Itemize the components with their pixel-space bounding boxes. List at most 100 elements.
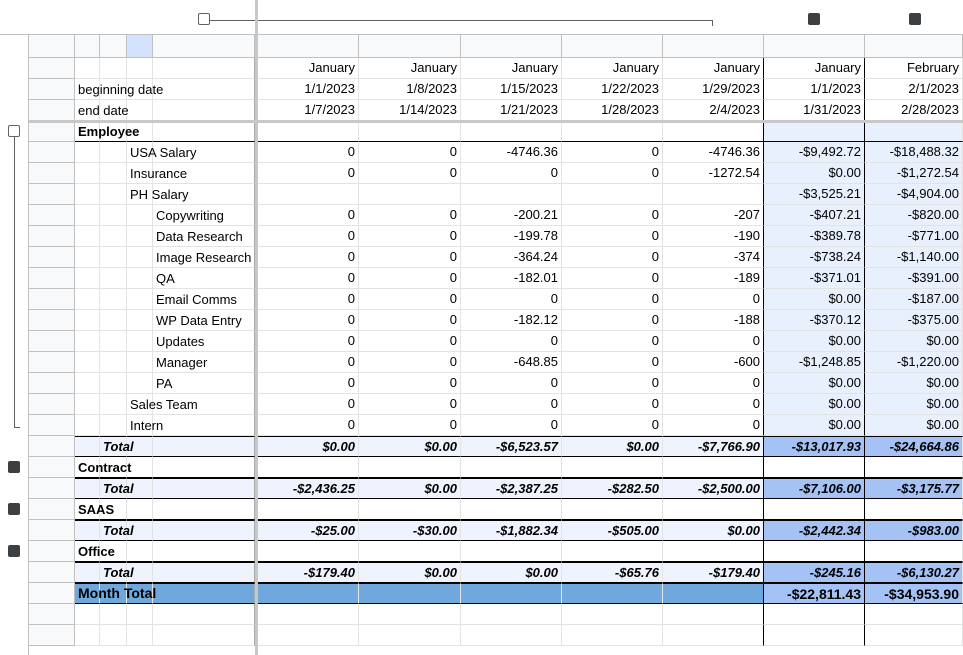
cell-d6[interactable]	[153, 163, 255, 184]
cell-a50[interactable]	[75, 625, 100, 646]
cell-o1[interactable]: February	[865, 58, 963, 79]
cell-o11[interactable]: -$391.00	[865, 268, 963, 289]
cell-h16[interactable]: 0	[562, 373, 663, 394]
cell-d28[interactable]	[153, 478, 255, 499]
cell-i17[interactable]: 0	[663, 394, 764, 415]
row-header-28[interactable]	[29, 478, 75, 499]
cell-i10[interactable]: -374	[663, 247, 764, 268]
row-header-17[interactable]	[29, 394, 75, 415]
collapse-columns-e-i-button[interactable]	[198, 13, 210, 25]
cell-j49[interactable]	[764, 604, 865, 625]
cell-b47[interactable]	[100, 562, 127, 583]
cell-j48[interactable]: -$22,811.43	[764, 583, 865, 604]
cell-g11[interactable]: -182.01	[461, 268, 562, 289]
cell-b1[interactable]	[100, 58, 127, 79]
frozen-column-divider[interactable]	[255, 0, 258, 655]
cell-a9[interactable]	[75, 226, 100, 247]
cell-a2[interactable]	[75, 79, 100, 100]
cell-d9[interactable]	[153, 226, 255, 247]
cell-g2[interactable]: 1/15/2023	[461, 79, 562, 100]
cell-a17[interactable]	[75, 394, 100, 415]
cell-f20[interactable]	[359, 457, 461, 478]
cell-f38[interactable]	[359, 541, 461, 562]
cell-e14[interactable]: 0	[258, 331, 359, 352]
cell-h19[interactable]: $0.00	[562, 436, 663, 457]
cell-a1[interactable]	[75, 58, 100, 79]
cell-e29[interactable]	[258, 499, 359, 520]
cell-g28[interactable]: -$2,387.25	[461, 478, 562, 499]
cell-g20[interactable]	[461, 457, 562, 478]
cell-a14[interactable]	[75, 331, 100, 352]
cell-f2[interactable]: 1/8/2023	[359, 79, 461, 100]
row-header-29[interactable]	[29, 499, 75, 520]
cell-j12[interactable]: $0.00	[764, 289, 865, 310]
cell-o13[interactable]: -$375.00	[865, 310, 963, 331]
cell-j20[interactable]	[764, 457, 865, 478]
cell-b29[interactable]	[100, 499, 127, 520]
cell-f1[interactable]: January	[359, 58, 461, 79]
cell-c15[interactable]	[127, 352, 153, 373]
cell-a20[interactable]	[75, 457, 100, 478]
cell-g1[interactable]: January	[461, 58, 562, 79]
cell-j29[interactable]	[764, 499, 865, 520]
cell-h20[interactable]	[562, 457, 663, 478]
cell-a28[interactable]	[75, 478, 100, 499]
cell-c17[interactable]	[127, 394, 153, 415]
cell-h48[interactable]	[562, 583, 663, 604]
cell-a48[interactable]	[75, 583, 100, 604]
cell-g47[interactable]: $0.00	[461, 562, 562, 583]
cell-j11[interactable]: -$371.01	[764, 268, 865, 289]
row-header-2[interactable]	[29, 79, 75, 100]
cell-f19[interactable]: $0.00	[359, 436, 461, 457]
cell-f5[interactable]: 0	[359, 142, 461, 163]
cell-a8[interactable]	[75, 205, 100, 226]
cell-c50[interactable]	[127, 625, 153, 646]
cell-e5[interactable]: 0	[258, 142, 359, 163]
expand-office-rows-button[interactable]	[8, 545, 20, 557]
cell-j8[interactable]: -$407.21	[764, 205, 865, 226]
cell-g7[interactable]	[461, 184, 562, 205]
cell-i19[interactable]: -$7,766.90	[663, 436, 764, 457]
cell-f13[interactable]: 0	[359, 310, 461, 331]
cell-c11[interactable]	[127, 268, 153, 289]
cell-o16[interactable]: $0.00	[865, 373, 963, 394]
cell-f10[interactable]: 0	[359, 247, 461, 268]
cell-g37[interactable]: -$1,882.34	[461, 520, 562, 541]
cell-b10[interactable]	[100, 247, 127, 268]
cell-c8[interactable]	[127, 205, 153, 226]
cell-i14[interactable]: 0	[663, 331, 764, 352]
cell-e49[interactable]	[258, 604, 359, 625]
cell-o19[interactable]: -$24,664.86	[865, 436, 963, 457]
cell-e2[interactable]: 1/1/2023	[258, 79, 359, 100]
cell-f37[interactable]: -$30.00	[359, 520, 461, 541]
cell-g19[interactable]: -$6,523.57	[461, 436, 562, 457]
cell-e15[interactable]: 0	[258, 352, 359, 373]
cell-a49[interactable]	[75, 604, 100, 625]
cell-b16[interactable]	[100, 373, 127, 394]
cell-f8[interactable]: 0	[359, 205, 461, 226]
cell-f28[interactable]: $0.00	[359, 478, 461, 499]
cell-c10[interactable]	[127, 247, 153, 268]
row-header-48[interactable]	[29, 583, 75, 604]
cell-i6[interactable]: -1272.54	[663, 163, 764, 184]
cell-j3[interactable]: 1/31/2023	[764, 100, 865, 121]
row-header-49[interactable]	[29, 604, 75, 625]
cell-c29[interactable]	[127, 499, 153, 520]
cell-h7[interactable]	[562, 184, 663, 205]
cell-b13[interactable]	[100, 310, 127, 331]
cell-j13[interactable]: -$370.12	[764, 310, 865, 331]
cell-e6[interactable]: 0	[258, 163, 359, 184]
cell-j50[interactable]	[764, 625, 865, 646]
row-header-4[interactable]	[29, 121, 75, 142]
cell-h38[interactable]	[562, 541, 663, 562]
cell-h17[interactable]: 0	[562, 394, 663, 415]
cell-g12[interactable]: 0	[461, 289, 562, 310]
column-header-f[interactable]	[359, 35, 461, 58]
cell-b28[interactable]	[100, 478, 127, 499]
column-header-h[interactable]	[562, 35, 663, 58]
expand-columns-k-n-button[interactable]	[808, 13, 820, 25]
cell-i11[interactable]: -189	[663, 268, 764, 289]
cell-f17[interactable]: 0	[359, 394, 461, 415]
cell-h50[interactable]	[562, 625, 663, 646]
cell-o10[interactable]: -$1,140.00	[865, 247, 963, 268]
